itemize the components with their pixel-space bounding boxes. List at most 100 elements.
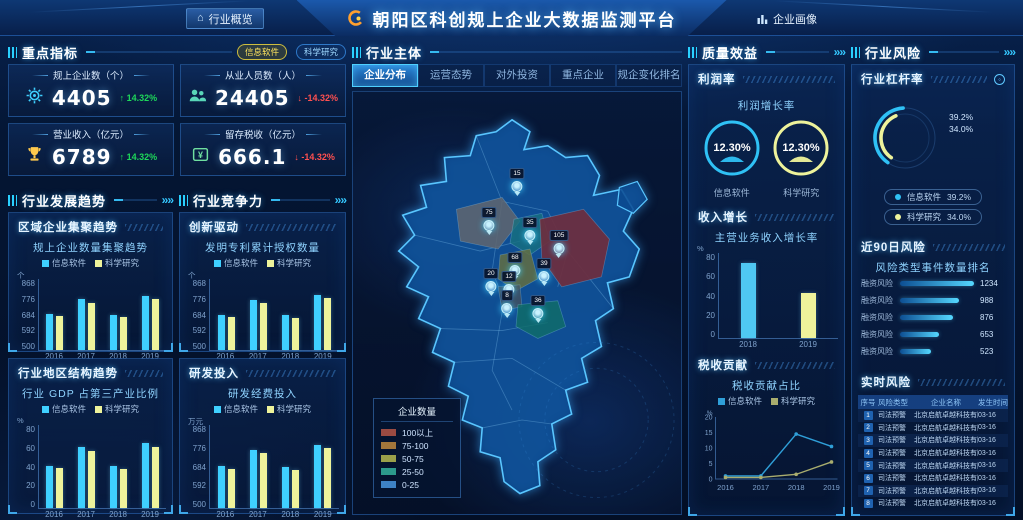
- hbar-bar: [900, 315, 953, 320]
- more-arrows-icon[interactable]: »»: [162, 193, 173, 207]
- svg-text:¥: ¥: [198, 150, 203, 160]
- tab-0[interactable]: 企业分布: [352, 64, 418, 87]
- nav-industry-overview[interactable]: ⌂ 行业概览: [186, 8, 264, 29]
- hbar-bar: [900, 332, 939, 337]
- filter-pill-research[interactable]: 科学研究: [296, 44, 346, 60]
- map-marker[interactable]: 35: [522, 211, 537, 245]
- plot-area: [209, 425, 339, 509]
- plot-area: [718, 253, 838, 339]
- map-marker[interactable]: 15: [509, 162, 524, 196]
- more-arrows-icon[interactable]: »»: [1004, 45, 1015, 59]
- trend-section-header: 行业发展趋势 »»: [8, 192, 173, 208]
- more-arrows-icon[interactable]: »»: [335, 193, 346, 207]
- leverage-donut-svg: 39.2%34.0%: [852, 90, 1014, 182]
- table-row[interactable]: 3司法预警北京启航卓越科技有限公司03-16: [858, 434, 1008, 447]
- dash-decoration: [204, 75, 220, 76]
- marker-count-badge: 105: [550, 230, 569, 241]
- legend-label: 信息软件: [224, 257, 258, 269]
- tab-4[interactable]: 规企变化排名: [616, 64, 682, 87]
- svg-text:10: 10: [705, 446, 713, 453]
- cell-company: 北京启航卓越科技有限公司: [914, 486, 978, 496]
- table-row[interactable]: 8司法预警北京启航卓越科技有限公司03-16: [858, 497, 1008, 510]
- th-index: 序号: [858, 397, 878, 408]
- profit-gauge: 12.30%科学研究: [770, 117, 832, 199]
- legend-label: 100以上: [402, 427, 433, 439]
- legend-label: 科学研究: [105, 403, 139, 415]
- y-tick: 60: [26, 444, 35, 453]
- cell-company: 北京启航卓越科技有限公司: [914, 461, 978, 471]
- bar: [324, 298, 331, 350]
- hbar-row: 融资风险876: [852, 309, 1014, 326]
- bar-chart-icon: [757, 13, 768, 24]
- legend-item: 信息软件: [214, 257, 258, 269]
- legend-item: 信息软件: [42, 403, 86, 415]
- map-marker[interactable]: 8: [501, 284, 513, 318]
- kpi-card-body: 4405↑ 14.32%: [9, 86, 173, 110]
- hbar-label: 融资风险: [861, 295, 894, 306]
- table-row[interactable]: 5司法预警北京启航卓越科技有限公司03-16: [858, 459, 1008, 472]
- bar: [78, 447, 85, 508]
- bar: [142, 296, 149, 350]
- y-axis-unit: %: [697, 244, 704, 253]
- bar: [292, 470, 299, 508]
- bar-group: [78, 447, 95, 508]
- map-marker[interactable]: 39: [536, 252, 551, 286]
- dash-decoration: [134, 134, 150, 135]
- bar-group: [282, 467, 299, 508]
- more-arrows-icon[interactable]: »»: [834, 45, 845, 59]
- main-section-header: 行业主体: [352, 44, 682, 60]
- map-legend-rows: 100以上75-10050-7525-500-25: [381, 426, 453, 491]
- section-divider-line: [766, 51, 829, 53]
- bar-group: [741, 263, 756, 338]
- section-divider-line: [929, 51, 999, 53]
- realtime-risk-table: 序号风险类型企业名称发生时间1司法预警北京启航卓越科技有限公司03-162司法预…: [858, 395, 1008, 510]
- info-icon[interactable]: ◦: [994, 74, 1005, 85]
- y-tick: 776: [193, 444, 206, 453]
- panel-title: 研发投入: [189, 365, 239, 381]
- map-marker[interactable]: 105: [550, 224, 569, 258]
- chart-title: 主营业务收入增长率: [689, 230, 844, 245]
- bar-group: [142, 296, 159, 350]
- legend-dot: [895, 194, 901, 200]
- table-row[interactable]: 1司法预警北京启航卓越科技有限公司03-16: [858, 409, 1008, 422]
- y-tick: 684: [193, 311, 206, 320]
- table-row[interactable]: 4司法预警北京启航卓越科技有限公司03-16: [858, 447, 1008, 460]
- map-marker[interactable]: 75: [481, 201, 496, 235]
- kpi-value: 6789: [52, 145, 112, 169]
- tab-1[interactable]: 运营态势: [418, 64, 484, 87]
- gauge-ring: 12.30%: [701, 117, 763, 179]
- kpi-card-title-text: 留存税收（亿元）: [225, 127, 301, 141]
- filter-pill-software[interactable]: 信息软件: [237, 44, 287, 60]
- bar: [250, 300, 257, 350]
- bar: [78, 299, 85, 350]
- table-row[interactable]: 6司法预警北京启航卓越科技有限公司03-16: [858, 472, 1008, 485]
- x-axis-labels: 20182019: [712, 339, 844, 349]
- section-divider-line: [86, 51, 232, 53]
- quality-section-header: 质量效益 »»: [688, 44, 845, 60]
- cell-company: 北京启航卓越科技有限公司: [914, 423, 978, 433]
- trend-section-title: 行业发展趋势: [22, 191, 106, 210]
- map-marker[interactable]: 20: [483, 262, 498, 296]
- tab-2[interactable]: 对外投资: [484, 64, 550, 87]
- legend-dot: [895, 214, 901, 220]
- nav-enterprise-portrait[interactable]: 企业画像: [747, 8, 827, 29]
- table-row[interactable]: 2司法预警北京启航卓越科技有限公司03-16: [858, 422, 1008, 435]
- marker-count-badge: 35: [522, 217, 537, 228]
- district-map-panel: 15753510568392012836 企业数量 100以上75-10050-…: [352, 91, 682, 515]
- y-tick: 776: [22, 295, 35, 304]
- section-bars-icon: [179, 195, 188, 206]
- hatch-decoration: [743, 76, 836, 83]
- map-marker[interactable]: 36: [530, 289, 545, 323]
- chart-gdp-share: 行业 GDP 占第三产业比例信息软件科学研究%80604020020162017…: [9, 386, 172, 519]
- gauge-label: 科学研究: [770, 186, 832, 199]
- page-title: 朝阳区科创规上企业大数据监测平台: [373, 6, 677, 31]
- legend-item: 科学研究: [267, 257, 311, 269]
- map-legend-item: 0-25: [381, 478, 453, 491]
- bar-group: [218, 315, 235, 350]
- industry-entity-section: 行业主体 企业分布运营态势对外投资重点企业规企变化排名: [352, 44, 682, 516]
- row-number-badge: 1: [864, 411, 873, 420]
- section-divider-line: [271, 199, 330, 201]
- kpi-card: 规上企业数（个）4405↑ 14.32%: [8, 64, 174, 117]
- table-row[interactable]: 7司法预警北京启航卓越科技有限公司03-16: [858, 485, 1008, 498]
- tab-3[interactable]: 重点企业: [550, 64, 616, 87]
